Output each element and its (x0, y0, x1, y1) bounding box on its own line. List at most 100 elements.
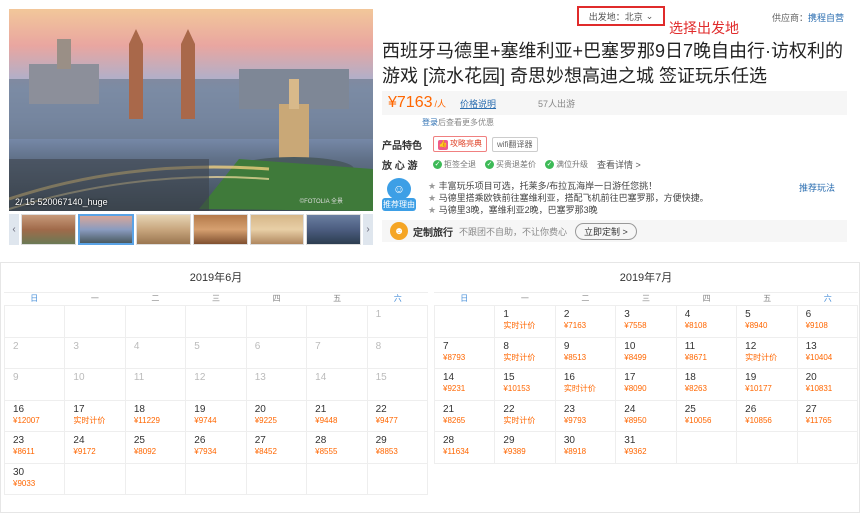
calendar-empty-cell (367, 463, 428, 495)
calendar-day[interactable]: 4 ¥8108 (676, 306, 738, 338)
thumbnail-active[interactable] (77, 214, 135, 245)
day-number: 11 (133, 372, 145, 383)
calendar-day[interactable]: 24 ¥9172 (65, 432, 126, 464)
day-number: 1 (375, 309, 382, 320)
day-price: ¥7558 (624, 321, 647, 330)
calendar-day[interactable]: 12 实时计价 (737, 337, 798, 369)
calendar-day[interactable]: 22 实时计价 (495, 400, 556, 432)
calendar-day[interactable]: 16 实时计价 (555, 369, 617, 401)
calendar-day[interactable]: 19 ¥9744 (186, 400, 247, 432)
day-number: 20 (805, 372, 817, 383)
assurance-text: 买贵退差价 (496, 160, 536, 169)
day-number: 29 (375, 435, 387, 446)
assurance-details-link[interactable]: 查看详情 > (597, 158, 641, 171)
calendar-empty-cell (125, 306, 187, 338)
calendar-day[interactable]: 26 ¥7934 (186, 432, 247, 464)
day-price: ¥8671 (684, 352, 707, 362)
calendar-day[interactable]: 27 ¥8452 (246, 432, 308, 464)
guide-tag[interactable]: 👍 攻略亮典 (433, 136, 487, 152)
recommend-badge-label: 推荐理由 (382, 198, 416, 211)
weekday-header: 日 一 二 三 四 五 六 (434, 293, 858, 306)
calendar-day[interactable]: 7 ¥8793 (435, 337, 496, 369)
thumb-next-icon[interactable]: › (363, 214, 374, 245)
calendar-day: 2 (5, 337, 66, 369)
calendar-day[interactable]: 31 ¥9362 (616, 432, 677, 464)
recommend-more-link[interactable]: 推荐玩法 (799, 181, 835, 194)
price-desc-link[interactable]: 价格说明 (460, 97, 496, 110)
thumbnail[interactable] (249, 214, 305, 245)
calendar-day[interactable]: 28 ¥8555 (307, 432, 368, 464)
calendar-day[interactable]: 17 ¥8090 (616, 369, 677, 401)
calendar-day[interactable]: 23 ¥9793 (555, 400, 617, 432)
wifi-tag[interactable]: wifi翻译器 (492, 136, 538, 152)
hero-image[interactable]: 2/ 15 520067140_huge ©FOTOLIA 全景 (9, 9, 373, 211)
calendar-empty-cell (307, 463, 368, 495)
calendar-day[interactable]: 30 ¥8918 (555, 432, 617, 464)
day-number: 2 (13, 340, 19, 352)
calendar-day[interactable]: 22 ¥9477 (367, 400, 428, 432)
thumbnail[interactable] (306, 214, 362, 245)
calendar-day[interactable]: 21 ¥8265 (435, 400, 496, 432)
calendar-day: 3 (65, 337, 126, 369)
calendar-day[interactable]: 17 实时计价 (65, 400, 126, 432)
chevron-down-icon: ⌄ (645, 10, 654, 21)
day-number: 13 (805, 340, 817, 352)
calendar-day[interactable]: 11 ¥8671 (676, 337, 738, 369)
day-number: 12 (194, 372, 206, 383)
calendar-day[interactable]: 25 ¥10056 (676, 400, 738, 432)
calendar-day[interactable]: 24 ¥8950 (616, 400, 677, 432)
calendar-day[interactable]: 27 ¥11765 (797, 400, 858, 432)
assurance-row: 放 心 游 ✓ 拒签全退 ✓ 买贵退差价 ✓ 满位升级 查看详情 > (382, 157, 641, 172)
supplier-link[interactable]: 携程自营 (808, 13, 844, 23)
login-link[interactable]: 登录 (422, 118, 438, 127)
calendar-day[interactable]: 8 实时计价 (495, 337, 556, 369)
thumb-prev-icon[interactable]: ‹ (9, 214, 19, 245)
calendar-day[interactable]: 26 ¥10856 (737, 400, 798, 432)
calendar-day[interactable]: 16 ¥12007 (5, 400, 66, 432)
calendar-day[interactable]: 15 ¥10153 (495, 369, 556, 401)
day-price: ¥9477 (375, 415, 398, 425)
day-number: 19 (194, 403, 206, 415)
day-number: 25 (133, 435, 145, 446)
calendar-day[interactable]: 18 ¥11229 (125, 400, 187, 432)
calendar-day[interactable]: 14 ¥9231 (435, 369, 496, 401)
day-number: 5 (194, 340, 200, 352)
calendar-day[interactable]: 29 ¥9389 (495, 432, 556, 464)
day-price: ¥8263 (684, 384, 707, 393)
day-number: 16 (13, 403, 25, 415)
price: ¥7163 (388, 94, 433, 112)
calendar-day[interactable]: 23 ¥8611 (5, 432, 66, 464)
departure-select[interactable]: 出发地：北京 ⌄ (577, 6, 665, 26)
calendar-day[interactable]: 3 ¥7558 (616, 306, 677, 338)
custom-now-button[interactable]: 立即定制 > (575, 222, 637, 240)
calendar-day[interactable]: 20 ¥10831 (797, 369, 858, 401)
calendar-day[interactable]: 6 ¥9108 (797, 306, 858, 338)
price-symbol: ¥ (388, 94, 397, 111)
calendar-day[interactable]: 9 ¥8513 (555, 337, 617, 369)
calendar-day[interactable]: 10 ¥8499 (616, 337, 677, 369)
calendar-day[interactable]: 1 实时计价 (495, 306, 556, 338)
thumbnail-strip: ‹ › (9, 214, 374, 245)
weekday-header: 日 一 二 三 四 五 六 (4, 293, 428, 306)
calendar-day[interactable]: 13 ¥10404 (797, 337, 858, 369)
calendar-day: 10 (65, 369, 126, 401)
calendar-day[interactable]: 28 ¥11634 (435, 432, 496, 464)
thumbnail[interactable] (193, 214, 248, 245)
calendar-day[interactable]: 20 ¥9225 (246, 400, 308, 432)
calendar-day[interactable]: 25 ¥8092 (125, 432, 187, 464)
day-number: 25 (684, 403, 696, 415)
calendar-day[interactable]: 30 ¥9033 (5, 463, 66, 495)
calendar-day[interactable]: 29 ¥8853 (367, 432, 428, 464)
day-number: 9 (563, 340, 570, 352)
day-price: ¥10856 (745, 415, 772, 425)
calendar-day[interactable]: 21 ¥9448 (307, 400, 368, 432)
calendar-day[interactable]: 2 ¥7163 (555, 306, 617, 338)
calendar-day[interactable]: 18 ¥8263 (676, 369, 738, 401)
calendar-day[interactable]: 19 ¥10177 (737, 369, 798, 401)
day-number: 10 (73, 372, 85, 383)
thumbnail[interactable] (21, 214, 76, 245)
calendar-day[interactable]: 5 ¥8940 (737, 306, 798, 338)
day-price: 实时计价 (73, 415, 106, 425)
thumbnail[interactable] (136, 214, 192, 245)
product-info: 出发地：北京 ⌄ 选择出发地 供应商：携程自营 西班牙马德里+塞维利亚+巴塞罗那… (382, 0, 852, 250)
